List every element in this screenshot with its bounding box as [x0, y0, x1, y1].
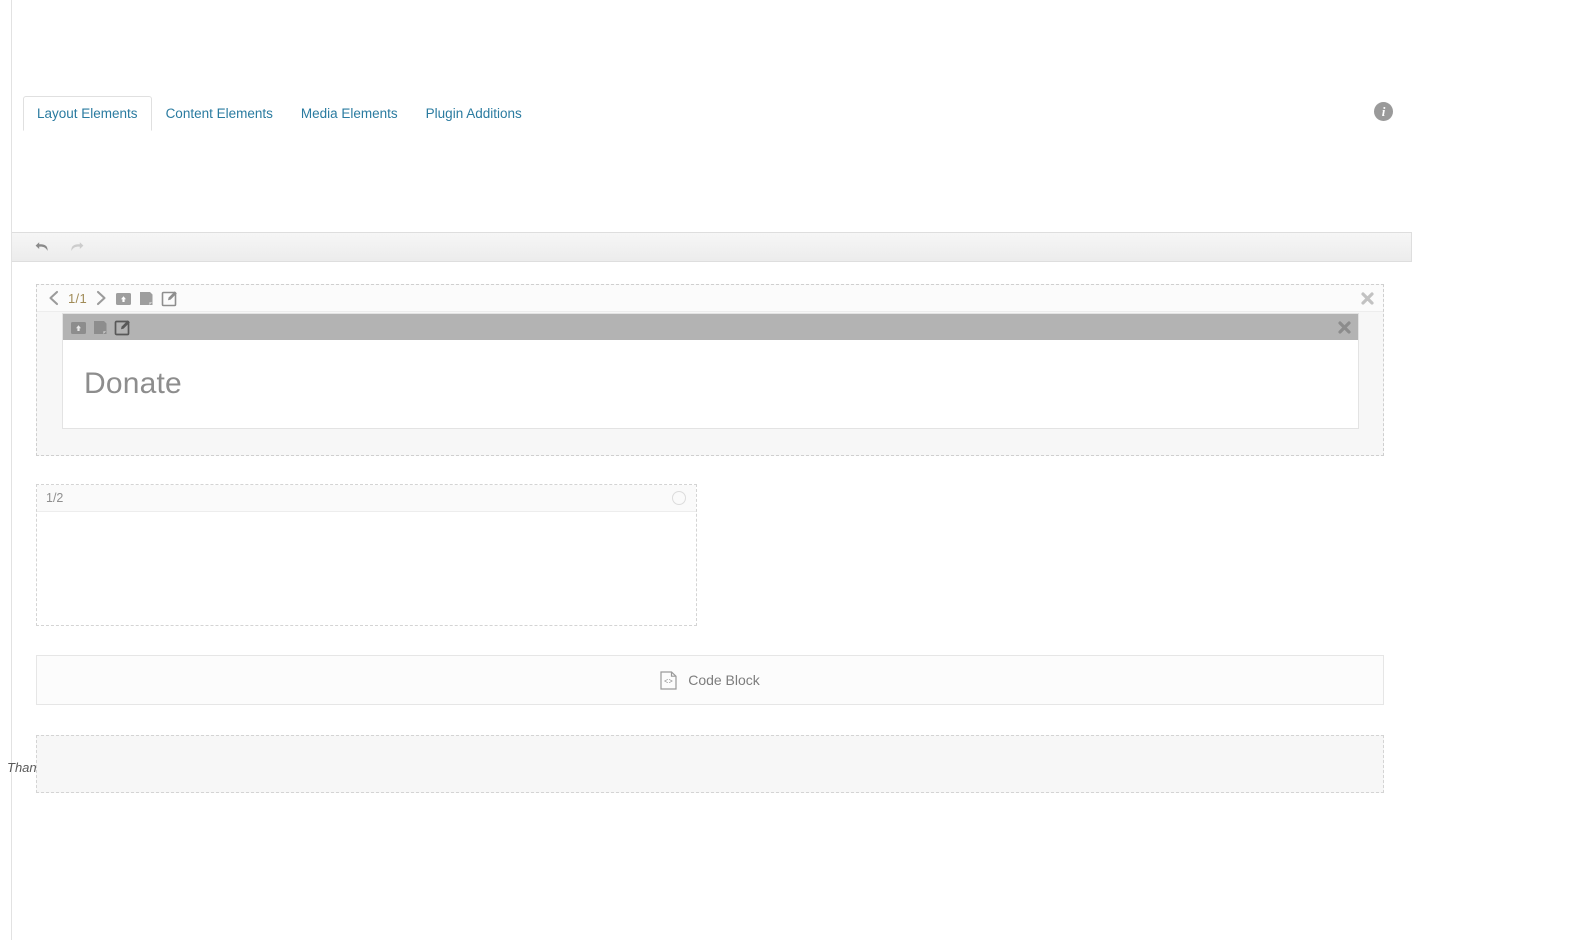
tab-plugin-additions-label: Plugin Additions — [425, 105, 522, 121]
edit-row-icon[interactable] — [161, 290, 178, 307]
element-body[interactable]: Donate — [63, 340, 1358, 428]
clone-row-icon[interactable] — [138, 290, 155, 307]
column-width-label: 1/2 — [46, 491, 64, 505]
undo-arrow-icon[interactable] — [34, 238, 52, 256]
tab-media-elements[interactable]: Media Elements — [287, 96, 412, 131]
row-controls-bar: 1/1 — [37, 285, 1383, 312]
redo-arrow-icon[interactable] — [67, 238, 85, 256]
vc-column-half: 1/2 — [36, 484, 697, 626]
tab-content-elements[interactable]: Content Elements — [152, 96, 287, 131]
vc-element-container: Donate — [62, 313, 1359, 429]
element-category-tabs: Layout Elements Content Elements Media E… — [23, 96, 536, 131]
tab-layout-elements[interactable]: Layout Elements — [23, 96, 152, 131]
editor-toolbar — [12, 232, 1412, 262]
chevron-left-icon[interactable] — [46, 289, 62, 307]
row-close-icon[interactable] — [1360, 291, 1375, 306]
column-controls-bar: 1/2 — [37, 485, 696, 512]
element-close-icon[interactable] — [1337, 320, 1352, 335]
info-icon[interactable]: i — [1374, 102, 1393, 121]
svg-text:<: < — [664, 678, 668, 685]
tab-layout-elements-label: Layout Elements — [37, 105, 138, 121]
svg-text:>: > — [669, 678, 673, 685]
tab-media-elements-label: Media Elements — [300, 105, 398, 121]
edit-element-icon[interactable] — [114, 319, 131, 336]
chevron-right-icon[interactable] — [93, 289, 109, 307]
vc-row-container: 1/1 Donate — [36, 284, 1384, 456]
info-icon-glyph: i — [1381, 104, 1386, 119]
viewport-left-rule — [11, 0, 12, 940]
row-counter: 1/1 — [68, 290, 87, 306]
donate-heading-text: Donate — [84, 367, 182, 400]
code-block-label: Code Block — [688, 672, 760, 688]
page-root: Layout Elements Content Elements Media E… — [0, 0, 1570, 940]
circle-handle-icon[interactable] — [672, 491, 686, 505]
element-controls-bar — [63, 314, 1358, 340]
move-row-icon[interactable] — [115, 290, 132, 307]
thank-you-text: Than — [7, 760, 37, 775]
code-file-icon: < > — [660, 670, 677, 690]
code-block-element[interactable]: < > Code Block — [36, 655, 1384, 705]
clone-element-icon[interactable] — [92, 319, 109, 336]
move-element-icon[interactable] — [70, 319, 87, 336]
thank-you-row — [36, 735, 1384, 793]
tab-plugin-additions[interactable]: Plugin Additions — [412, 96, 536, 131]
tab-content-elements-label: Content Elements — [165, 105, 273, 121]
